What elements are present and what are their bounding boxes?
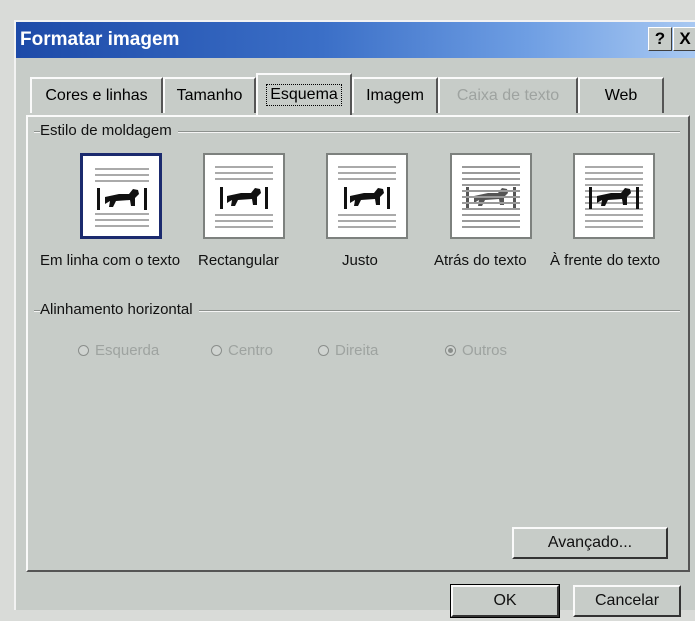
tab-picture[interactable]: Imagem (352, 77, 438, 113)
tab-size[interactable]: Tamanho (163, 77, 256, 113)
ok-button-label: OK (493, 592, 517, 609)
tab-label: Esquema (266, 84, 342, 106)
tab-web[interactable]: Web (578, 77, 664, 113)
advanced-button-label: Avançado... (547, 534, 633, 551)
tab-label: Web (604, 87, 638, 104)
close-icon: X (679, 29, 691, 48)
radio-center-dot (211, 345, 222, 356)
wrap-option-behind-text-label: Atrás do texto (434, 252, 527, 269)
wrap-option-inline[interactable] (80, 153, 162, 239)
square-wrap-icon (215, 166, 273, 228)
behind-text-icon (462, 166, 520, 228)
radio-right-label: Direita (335, 342, 379, 359)
tab-layout[interactable]: Esquema (256, 73, 352, 115)
wrap-option-tight-label: Justo (342, 252, 378, 269)
wrap-style-heading: Estilo de moldagem (40, 122, 178, 139)
radio-center-label: Centro (228, 342, 274, 359)
format-picture-dialog: Formatar imagem ? X Cores e linhas Taman… (14, 20, 695, 618)
wrap-option-tight[interactable] (326, 153, 408, 239)
wrap-option-inline-label: Em linha com o texto (40, 252, 181, 269)
tab-label: Imagem (366, 87, 424, 104)
dialog-title: Formatar imagem (20, 29, 180, 50)
help-button[interactable]: ? (648, 27, 672, 51)
layout-panel: Estilo de moldagem Em linha com o texto … (26, 115, 690, 572)
wrap-option-square-label: Rectangular (198, 252, 279, 269)
inline-wrap-icon (95, 168, 149, 227)
cancel-button[interactable]: Cancelar (573, 585, 681, 617)
radio-other-label: Outros (462, 342, 508, 359)
wrap-option-behind-text[interactable] (450, 153, 532, 239)
tab-label: Tamanho (176, 87, 243, 104)
radio-right: Direita (318, 342, 378, 359)
radio-left-label: Esquerda (95, 342, 160, 359)
advanced-button[interactable]: Avançado... (512, 527, 668, 559)
ok-button[interactable]: OK (450, 584, 560, 618)
radio-center: Centro (211, 342, 273, 359)
radio-left-dot (78, 345, 89, 356)
wrap-option-in-front-of-text[interactable] (573, 153, 655, 239)
tab-label: Cores e linhas (45, 87, 148, 104)
close-button[interactable]: X (673, 27, 695, 51)
tab-label: Caixa de texto (456, 87, 560, 104)
title-bar[interactable]: Formatar imagem ? X (16, 22, 695, 58)
tab-colors-and-lines[interactable]: Cores e linhas (30, 77, 163, 113)
radio-left: Esquerda (78, 342, 159, 359)
wrap-option-in-front-label: À frente do texto (550, 252, 661, 269)
radio-other: Outros (445, 342, 507, 359)
cancel-button-label: Cancelar (594, 592, 660, 609)
radio-other-dot (445, 345, 456, 356)
wrap-option-square[interactable] (203, 153, 285, 239)
horizontal-alignment-heading: Alinhamento horizontal (40, 301, 199, 318)
in-front-of-text-icon (585, 166, 643, 228)
radio-right-dot (318, 345, 329, 356)
tab-text-box: Caixa de texto (438, 77, 578, 113)
tight-wrap-icon (338, 166, 396, 228)
help-icon: ? (654, 29, 666, 48)
